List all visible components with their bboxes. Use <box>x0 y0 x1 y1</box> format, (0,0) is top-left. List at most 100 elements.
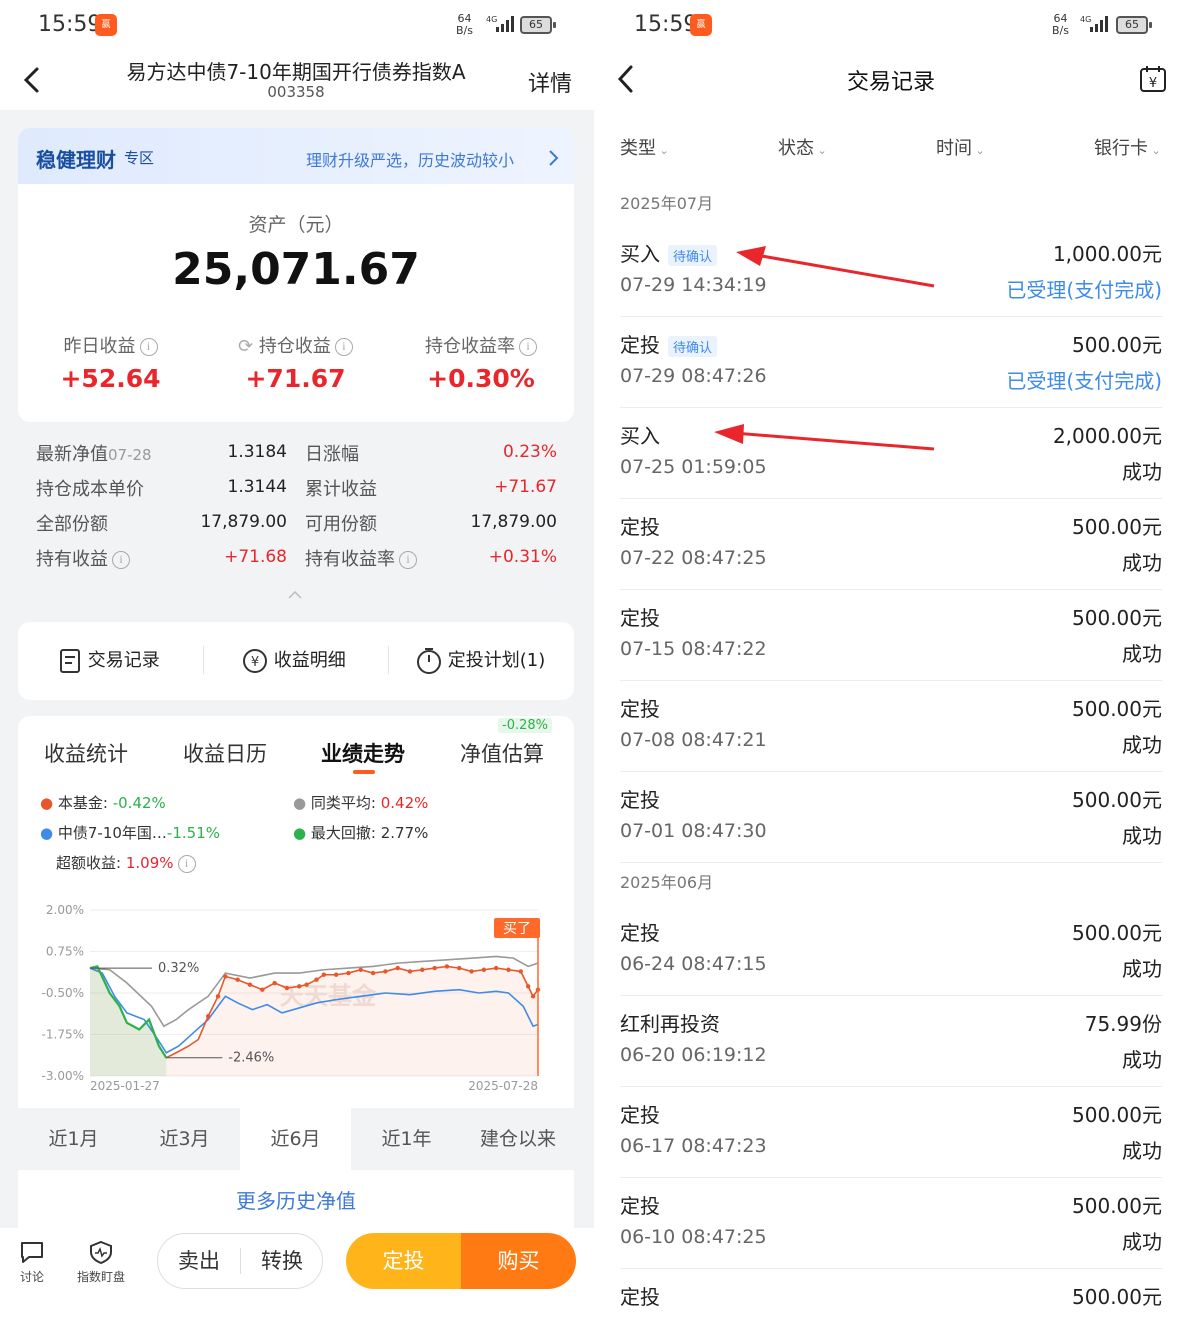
annotation-arrows <box>714 246 935 451</box>
app-notification-icon: 赢 <box>95 14 117 36</box>
legend-dot: ● <box>40 794 54 812</box>
signal-icon: 4G <box>486 15 514 32</box>
holding-details: 最新净值07-28 1.3184 日涨幅 0.23% 持仓成本单价 1.3144… <box>18 430 574 595</box>
info-icon[interactable]: i <box>334 338 353 356</box>
sip-marker <box>346 970 351 976</box>
buy-button[interactable]: 购买 <box>461 1233 576 1289</box>
tab-profit-stats[interactable]: 收益统计 <box>44 738 128 768</box>
chevron-up-icon[interactable] <box>287 590 303 600</box>
detail-value: 17,879.00 <box>470 512 557 532</box>
tab-nav-estimate[interactable]: 净值估算 <box>460 738 544 768</box>
legend-dot: ● <box>293 824 307 842</box>
drawdown-area <box>90 966 167 1076</box>
nav-estimate-badge: -0.28% <box>498 718 552 733</box>
detail-value: +71.68 <box>224 547 287 567</box>
trade-record-screen: 15:59 赢 64 B/s 4G 65 交易记录 ¥ 类型 ⌄ 状态 ⌄ 时间 … <box>594 0 1188 1320</box>
tab-profit-calendar[interactable]: 收益日历 <box>183 738 267 768</box>
sip-marker <box>493 965 499 971</box>
index-watch-button[interactable]: 指数盯盘 <box>66 1240 136 1285</box>
sip-marker <box>525 984 531 989</box>
period-since-open[interactable]: 建仓以来 <box>462 1108 574 1170</box>
legend-fund-name: 本基金 <box>57 794 103 812</box>
y-tick-label: 2.00% <box>46 903 84 917</box>
holding-rate-label-text: 持仓收益率 <box>425 336 515 357</box>
refresh-icon[interactable]: ⟳ <box>238 336 253 357</box>
detail-value: 0.23% <box>502 442 557 462</box>
legend-max-drawdown: ● 最大回撤: 2.77% <box>293 824 429 842</box>
x-tick-label: 2025-07-28 <box>468 1079 538 1093</box>
asset-label: 资产（元） <box>248 214 344 236</box>
sip-marker <box>235 977 240 982</box>
info-icon[interactable]: i <box>519 338 537 356</box>
detail-label: 持有收益率 i <box>305 545 417 571</box>
sip-marker <box>383 969 388 974</box>
excess-return-value: 1.09% <box>125 854 174 872</box>
convert-button[interactable]: 转换 <box>241 1234 323 1288</box>
sip-marker <box>284 985 290 991</box>
holding-profit-value: +71.67 <box>245 364 346 393</box>
sip-marker <box>395 965 400 971</box>
trade-record-button[interactable]: 交易记录 <box>58 646 160 674</box>
chat-bubble-icon <box>21 1242 43 1263</box>
chevron-right-icon <box>549 150 559 166</box>
network-speed: 64 B/s <box>456 13 473 37</box>
excess-return: 超额收益: 1.09% i <box>56 852 196 873</box>
period-6m[interactable]: 近6月 <box>240 1108 351 1170</box>
high-marker-label: 0.32% <box>158 961 199 976</box>
low-marker-label: -2.46% <box>228 1051 274 1066</box>
info-icon[interactable]: i <box>139 338 158 356</box>
period-1y[interactable]: 近1年 <box>351 1108 462 1170</box>
discuss-button[interactable]: 讨论 <box>12 1240 52 1285</box>
back-arrow-icon[interactable] <box>22 66 42 94</box>
detail-label-text: 持有收益 <box>36 549 108 570</box>
holding-rate-label: 持仓收益率 i <box>388 332 574 358</box>
action-row: 交易记录 ¥ 收益明细 定投计划(1) <box>18 622 574 700</box>
fund-detail-screen: 15:59 赢 64 B/s 4G 65 易方达中债7-10年期国开行债券指数A … <box>0 0 594 1320</box>
sip-marker <box>272 980 277 986</box>
legend-drawdown-name: 最大回撤 <box>310 824 371 842</box>
holding-profit-label-text: 持仓收益 <box>258 336 331 357</box>
yesterday-profit-value: +52.64 <box>60 364 161 393</box>
legend-dot: ● <box>293 794 307 812</box>
bottom-bar: 讨论 指数盯盘 卖出 转换 定投 购买 <box>0 1228 594 1320</box>
sip-marker <box>260 987 265 992</box>
legend-peer-average: ● 同类平均: 0.42% <box>293 794 429 812</box>
fund-code: 003358 <box>267 83 325 101</box>
sip-plan-button[interactable]: 定投计划(1) <box>416 646 545 675</box>
period-1m[interactable]: 近1月 <box>18 1108 129 1170</box>
discuss-label: 讨论 <box>19 1270 44 1284</box>
active-tab-indicator <box>353 770 375 774</box>
detail-label-text: 持有收益率 <box>305 549 395 570</box>
divider <box>388 646 389 674</box>
profit-detail-label: 收益明细 <box>273 650 346 671</box>
sip-marker <box>444 964 450 969</box>
tab-performance[interactable]: 业绩走势 <box>321 738 405 768</box>
sip-marker <box>420 967 425 972</box>
sip-marker <box>469 969 474 974</box>
trade-record-label: 交易记录 <box>87 650 160 671</box>
yesterday-profit-label-text: 昨日收益 <box>63 336 136 357</box>
y-tick-label: -1.75% <box>42 1028 84 1042</box>
sip-marker <box>205 1014 211 1019</box>
info-icon[interactable]: i <box>177 854 196 873</box>
info-icon[interactable]: i <box>112 551 130 569</box>
legend-peer-name: 同类平均 <box>310 794 371 812</box>
period-3m[interactable]: 近3月 <box>129 1108 240 1170</box>
yesterday-profit-label: 昨日收益 i <box>18 332 203 358</box>
yen-circle-icon: ¥ <box>243 649 267 673</box>
sip-marker <box>321 972 327 977</box>
sip-marker <box>370 970 376 976</box>
profit-detail-button[interactable]: ¥ 收益明细 <box>242 646 346 674</box>
y-tick-label: 0.75% <box>46 945 84 959</box>
sell-button[interactable]: 卖出 <box>158 1234 240 1288</box>
timer-icon <box>417 648 441 674</box>
detail-label-date: 07-28 <box>108 446 152 464</box>
detail-button[interactable]: 详情 <box>528 66 572 98</box>
sip-plan-label: 定投计划(1) <box>447 650 546 671</box>
more-history-link[interactable]: 更多历史净值 <box>18 1170 574 1230</box>
sip-marker <box>358 967 363 972</box>
sip-button[interactable]: 定投 <box>346 1233 461 1289</box>
performance-chart[interactable]: 2.00% 0.75% -0.50% -1.75% -3.00% 2025-01-27 20… <box>18 896 574 1096</box>
sip-marker <box>215 994 221 999</box>
info-icon[interactable]: i <box>399 551 417 569</box>
